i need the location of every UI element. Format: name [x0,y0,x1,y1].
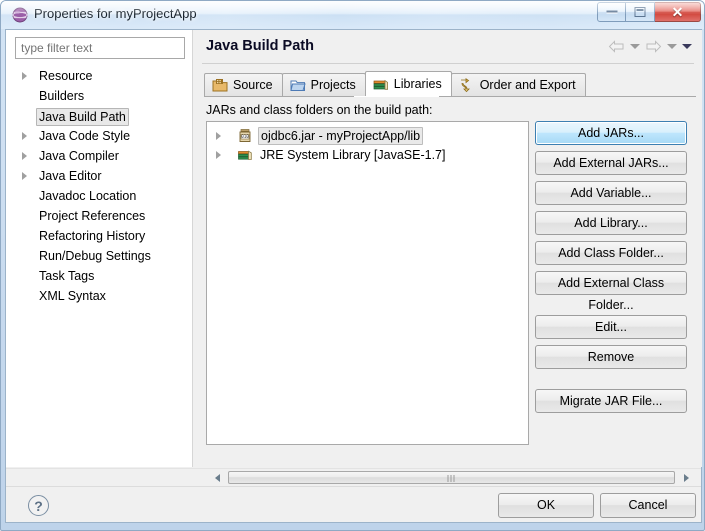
forward-arrow-icon[interactable] [645,40,662,53]
list-item[interactable]: JRE System Library [JavaSE-1.7] [207,145,528,164]
sidebar-item-project-references[interactable]: Project References [6,206,193,226]
back-dropdown-icon[interactable] [630,44,640,49]
sidebar-item-label: Javadoc Location [39,189,137,203]
settings-tree-panel: Resource Builders Java Build Path Java C… [6,30,193,467]
sidebar-item-task-tags[interactable]: Task Tags [6,266,193,286]
sidebar-item-label: Resource [39,69,93,83]
eclipse-sphere-icon [12,7,28,23]
libraries-books-icon [373,77,389,92]
tab-projects[interactable]: Projects [281,73,366,96]
build-path-list[interactable]: 010 ojdbc6.jar - myProjectApp/lib JRE Sy… [206,121,529,445]
dialog-footer: ? OK Cancel [6,486,701,522]
add-external-jars-button[interactable]: Add External JARs... [535,151,687,175]
remove-button[interactable]: Remove [535,345,687,369]
sidebar-item-label: Task Tags [39,269,95,283]
back-arrow-icon[interactable] [608,40,625,53]
close-button[interactable]: ✕ [655,2,701,22]
forward-dropdown-icon[interactable] [667,44,677,49]
scroll-left-arrow-icon[interactable] [212,471,225,484]
tab-order-and-export[interactable]: Order and Export [450,73,586,96]
add-external-class-folder-button[interactable]: Add External Class Folder... [535,271,687,312]
order-export-icon [459,77,475,93]
close-icon: ✕ [671,4,684,20]
tab-bottom-line [204,96,696,97]
properties-dialog-window: Properties for myProjectApp ✕ Resource [0,0,705,531]
source-folder-icon [212,78,228,93]
settings-tree: Resource Builders Java Build Path Java C… [6,66,193,306]
button-group-spacer [535,375,689,389]
window-title: Properties for myProjectApp [34,6,197,21]
minimize-button[interactable] [597,2,626,22]
migrate-jar-file-button[interactable]: Migrate JAR File... [535,389,687,413]
maximize-button[interactable] [626,2,655,22]
maximize-icon [634,7,646,17]
sidebar-item-java-code-style[interactable]: Java Code Style [6,126,193,146]
tab-source[interactable]: Source [204,73,283,96]
filter-input[interactable] [15,37,185,59]
scrollbar-grip-icon [447,475,456,482]
chevron-right-icon[interactable] [22,152,27,160]
library-icon [237,147,253,163]
chevron-right-icon[interactable] [216,151,221,159]
tab-label: Order and Export [479,78,576,92]
jar-icon: 010 [237,128,253,144]
minimize-icon [606,10,617,14]
list-item[interactable]: 010 ojdbc6.jar - myProjectApp/lib [207,126,528,145]
sidebar-item-resource[interactable]: Resource [6,66,193,86]
chevron-right-icon[interactable] [22,72,27,80]
tab-label: Projects [310,78,356,92]
chevron-right-icon[interactable] [22,132,27,140]
tab-bar: Source Projects Libraries Order and Expo… [204,71,586,96]
tab-label: Source [233,78,273,92]
dialog-body: Resource Builders Java Build Path Java C… [5,29,702,523]
help-button[interactable]: ? [28,495,49,516]
sidebar-item-label: Project References [39,209,146,223]
svg-text:010: 010 [241,134,249,139]
title-bar[interactable]: Properties for myProjectApp ✕ [1,1,704,29]
page-content-panel: Java Build Path Source Projects Librarie… [194,30,702,467]
chevron-right-icon[interactable] [216,132,221,140]
sidebar-item-label: Run/Debug Settings [39,249,151,263]
list-item-label: ojdbc6.jar - myProjectApp/lib [258,126,424,145]
sidebar-item-label: Java Code Style [39,129,131,143]
edit-button[interactable]: Edit... [535,315,687,339]
scrollbar-thumb[interactable] [228,471,675,484]
add-library-button[interactable]: Add Library... [535,211,687,235]
scroll-right-arrow-icon[interactable] [680,471,693,484]
sidebar-item-label: Builders [39,89,85,103]
add-class-folder-button[interactable]: Add Class Folder... [535,241,687,265]
sidebar-item-label: Java Build Path [36,108,129,127]
sidebar-item-java-editor[interactable]: Java Editor [6,166,193,186]
sidebar-item-label: Refactoring History [39,229,146,243]
title-separator [202,63,694,64]
add-variable-button[interactable]: Add Variable... [535,181,687,205]
sidebar-item-javadoc-location[interactable]: Javadoc Location [6,186,193,206]
sidebar-item-label: Java Compiler [39,149,119,163]
ok-button[interactable]: OK [498,493,594,518]
list-label: JARs and class folders on the build path… [206,103,433,117]
sidebar-item-label: XML Syntax [39,289,106,303]
page-navigation-toolbar [608,40,692,53]
project-folder-icon [289,78,306,93]
sidebar-item-refactoring-history[interactable]: Refactoring History [6,226,193,246]
sidebar-item-xml-syntax[interactable]: XML Syntax [6,286,193,306]
sidebar-item-run-debug-settings[interactable]: Run/Debug Settings [6,246,193,266]
sidebar-item-java-compiler[interactable]: Java Compiler [6,146,193,166]
library-actions-panel: Add JARs... Add External JARs... Add Var… [535,121,689,419]
sidebar-item-builders[interactable]: Builders [6,86,193,106]
tab-libraries[interactable]: Libraries [364,71,452,96]
list-item-label: JRE System Library [JavaSE-1.7] [260,147,446,162]
page-title: Java Build Path [206,38,314,54]
chevron-right-icon[interactable] [22,172,27,180]
tab-label: Libraries [393,77,442,91]
view-menu-icon[interactable] [682,44,692,49]
add-jars-button[interactable]: Add JARs... [535,121,687,145]
cancel-button[interactable]: Cancel [600,493,696,518]
sidebar-item-java-build-path[interactable]: Java Build Path [6,106,193,127]
window-controls: ✕ [597,2,701,22]
sidebar-item-label: Java Editor [39,169,102,183]
horizontal-scrollbar[interactable] [6,468,701,486]
